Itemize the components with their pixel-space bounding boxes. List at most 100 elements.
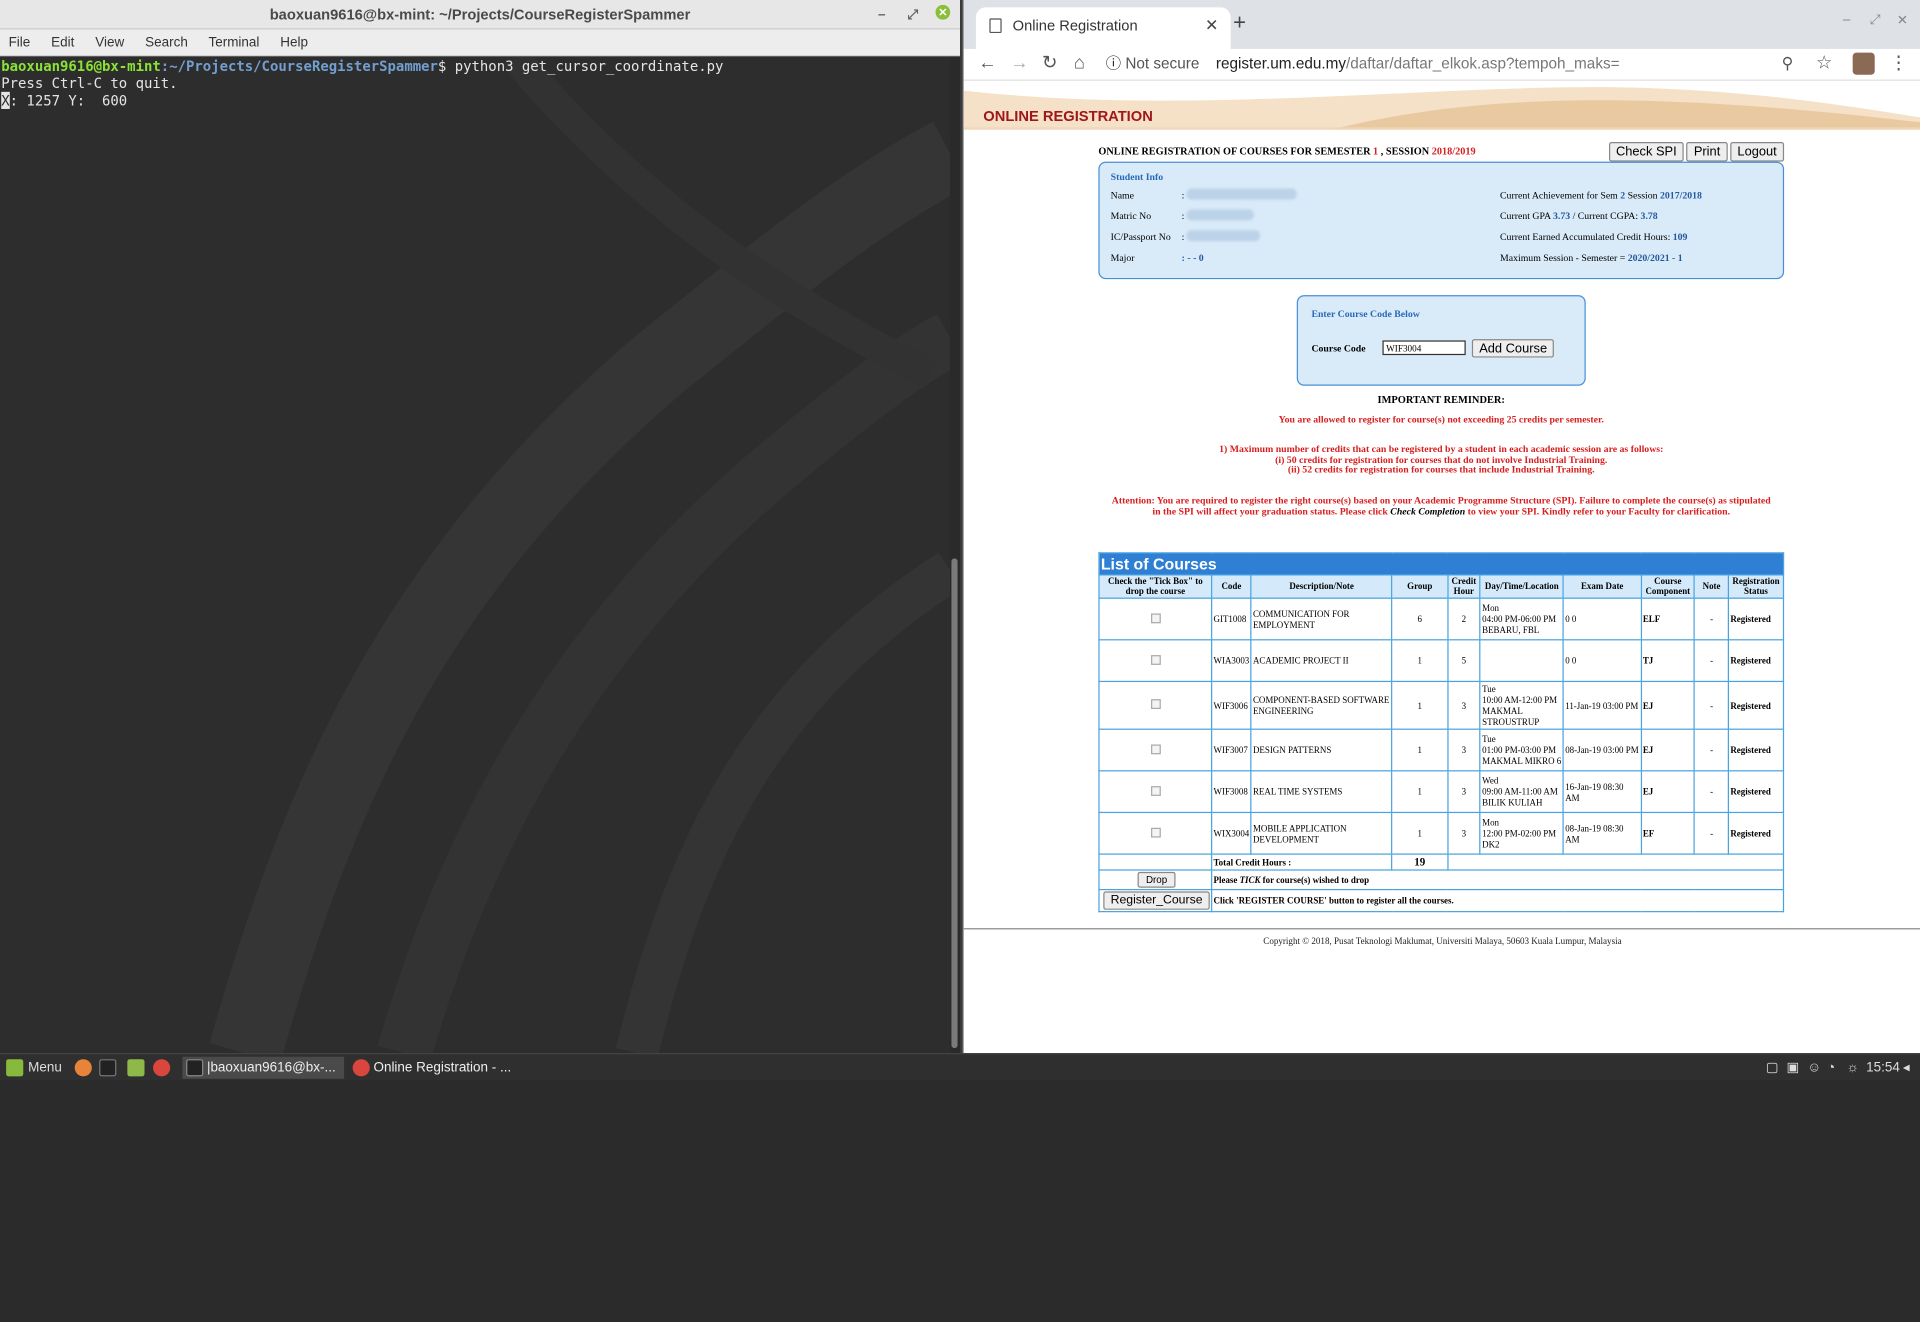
scrollbar-thumb[interactable] [951,558,958,1049]
user-tray-icon[interactable]: ☺ [1807,1054,1821,1080]
course-code-input[interactable] [1382,340,1466,356]
drop-checkbox[interactable] [1150,785,1161,796]
taskbar-terminal-task[interactable]: |baoxuan9616@bx-... [182,1056,345,1079]
course-note: - [1694,639,1730,683]
course-code: WIF3007 [1211,728,1252,772]
drop-row: Drop Please TICK for course(s) wished to… [1098,869,1785,891]
menu-view[interactable]: View [95,36,124,51]
print-button[interactable]: Print [1686,142,1728,162]
terminal-line-2: Press Ctrl-C to quit. [1,74,178,92]
table-row: WIX3004 MOBILE APPLICATION DEVELOPMENT 1… [1098,811,1785,855]
terminal-titlebar[interactable]: baoxuan9616@bx-mint: ~/Projects/CourseRe… [0,0,961,30]
menu-terminal[interactable]: Terminal [208,36,259,51]
minimize-icon[interactable]: – [1843,12,1851,27]
name-colon: : [1181,189,1185,201]
home-icon[interactable]: ⌂ [1074,53,1085,75]
address-bar[interactable]: ⓘ Not secure register.um.edu.my/daftar/d… [1106,51,1645,75]
course-day: Mon [1482,816,1500,828]
terminal-scrollbar[interactable] [950,56,961,1054]
info-icon[interactable]: ⓘ [1106,55,1121,72]
drop-button[interactable]: Drop [1137,871,1176,888]
maximize-icon[interactable]: ⤢ [907,6,918,23]
drop-instruction: Please TICK for course(s) wished to drop [1211,869,1785,891]
drop-checkbox[interactable] [1150,612,1161,623]
gpa-text: Current GPA 3.73 / Current CGPA: 3.78 [1500,211,1658,222]
menu-file[interactable]: File [9,36,31,51]
check-completion-link[interactable]: Check Completion [1390,505,1465,516]
new-tab-icon[interactable]: + [1233,10,1246,36]
terminal-task-icon [186,1059,204,1077]
profile-avatar[interactable] [1852,52,1875,75]
max-value: 2020/2021 - 1 [1627,252,1683,264]
header-description: Description/Note [1250,574,1393,599]
firefox-icon[interactable] [74,1059,92,1077]
course-table-header: Check the "Tick Box" to drop the course … [1098,574,1785,599]
drop-checkbox-cell [1098,728,1213,772]
course-day-time [1479,639,1564,683]
course-group: 1 [1391,811,1449,855]
minimize-icon[interactable]: – [878,6,886,23]
reminder-line-1: You are allowed to register for course(s… [1278,413,1604,425]
notes-tray-icon[interactable]: ▢ [1766,1054,1779,1080]
register-course-button[interactable]: Register_Course [1103,891,1210,910]
close-icon[interactable]: ✕ [1897,12,1908,28]
clock[interactable]: 15:54 [1866,1054,1900,1080]
credit-text: Current Earned Accumulated Credit Hours:… [1500,231,1687,242]
course-location: MAKMAL STROUSTRUP [1482,705,1540,728]
taskbar-browser-task[interactable]: Online Registration - ... [349,1057,520,1079]
menu-search[interactable]: Search [145,36,188,51]
register-instruction: Click 'REGISTER COURSE' button to regist… [1211,888,1785,913]
matric-redacted [1186,209,1254,221]
url-host: register.um.edu.my [1215,55,1347,73]
terminal-launcher-icon[interactable] [99,1059,117,1077]
taskbar: Menu |baoxuan9616@bx-... Online Registra… [0,1053,1920,1081]
chrome-icon[interactable] [153,1059,171,1077]
clipboard-tray-icon[interactable]: ▣ [1787,1054,1800,1080]
prompt-user: baoxuan9616@bx-mint [1,57,161,75]
register-row: Register_Course Click 'REGISTER COURSE' … [1098,888,1785,913]
course-day: Tue [1482,683,1496,695]
course-credit: 5 [1446,639,1481,683]
bookmark-star-icon[interactable]: ☆ [1816,53,1832,75]
reload-icon[interactable]: ↻ [1042,53,1057,75]
drop-checkbox[interactable] [1150,699,1161,709]
drop-checkbox-cell [1098,680,1213,730]
header-note: Note [1694,574,1730,599]
drop-text-c: for course(s) wished to drop [1260,874,1370,886]
check-spi-button[interactable]: Check SPI [1608,142,1685,162]
maximize-icon[interactable]: ⤢ [1870,12,1881,28]
terminal-output[interactable]: baoxuan9616@bx-mint:~/Projects/CourseReg… [0,56,951,1054]
close-tab-icon[interactable]: ✕ [1205,7,1218,44]
brightness-tray-icon[interactable]: ☼ [1847,1054,1859,1080]
tab-online-registration[interactable]: Online Registration ✕ [975,7,1231,49]
taskbar-menu-button[interactable]: Menu [28,1054,62,1080]
add-course-button[interactable]: Add Course [1471,339,1555,358]
files-icon[interactable] [127,1059,145,1077]
drop-checkbox[interactable] [1150,654,1161,665]
course-status: Registered [1727,770,1785,814]
browser-task-icon [352,1059,370,1077]
logout-button[interactable]: Logout [1730,142,1785,162]
zoom-icon[interactable]: ⚲ [1782,53,1794,75]
menu-dots-icon[interactable]: ⋮ [1889,53,1907,75]
menu-edit[interactable]: Edit [51,36,74,51]
drop-checkbox[interactable] [1150,827,1161,837]
drop-checkbox[interactable] [1150,743,1161,754]
mint-menu-icon[interactable] [6,1059,24,1077]
course-credit: 3 [1446,728,1481,772]
course-status: Registered [1727,728,1785,772]
back-icon[interactable]: ← [978,53,996,75]
menu-help[interactable]: Help [280,36,308,51]
forward-icon[interactable]: → [1010,53,1028,75]
close-icon[interactable]: ✕ [935,4,951,20]
course-group: 6 [1391,597,1449,641]
volume-tray-icon[interactable]: ◂ [1903,1054,1910,1080]
credit-value: 109 [1672,231,1688,243]
table-row: WIF3006 COMPONENT-BASED SOFTWARE ENGINEE… [1098,680,1785,730]
terminal-background-swirl [209,56,951,1054]
drop-checkbox-cell [1098,639,1213,683]
session-prefix: , SESSION [1378,145,1432,157]
course-description: COMMUNICATION FOR EMPLOYMENT [1250,597,1393,641]
wifi-tray-icon[interactable]: ◔ [1827,1054,1835,1080]
header-day-time: Day/Time/Location [1479,574,1564,599]
